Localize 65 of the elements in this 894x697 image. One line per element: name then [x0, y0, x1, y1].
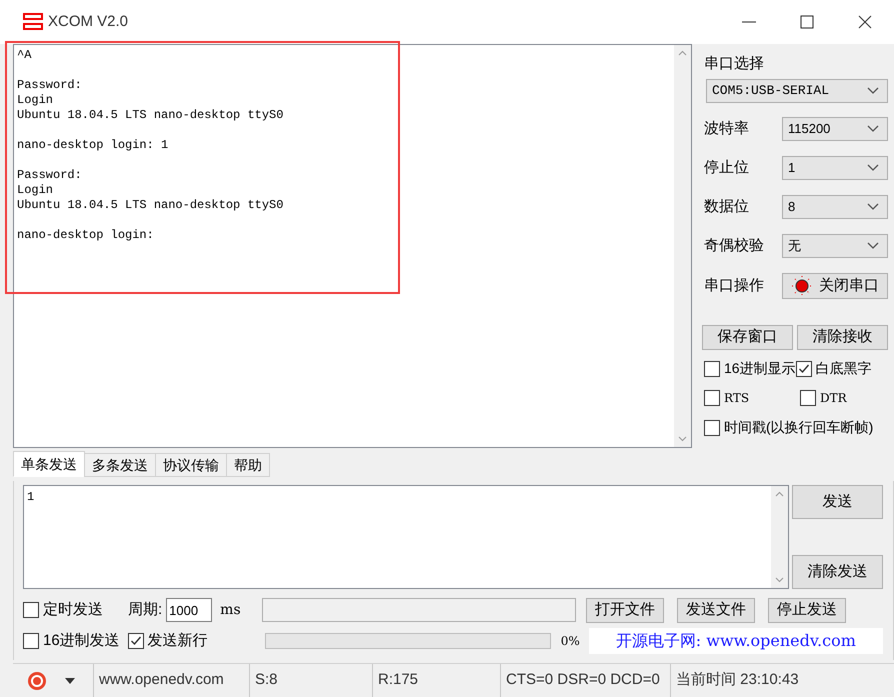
dropdown-arrow-icon[interactable]	[65, 678, 75, 684]
maximize-icon[interactable]	[798, 14, 816, 30]
button[interactable]: 清除接收	[797, 325, 888, 350]
dropdown[interactable]: 8	[782, 195, 888, 219]
chevron-down-icon	[867, 203, 879, 211]
setting-label: 奇偶校验	[704, 236, 765, 256]
checkbox-label: 白底黑字	[816, 359, 872, 378]
close-icon[interactable]	[856, 14, 874, 30]
checkbox[interactable]	[704, 420, 720, 436]
unit-label: ms	[220, 600, 242, 620]
period-input-field[interactable]: 1000	[166, 598, 212, 622]
website-banner[interactable]: 开源电子网: www.openedv.com	[588, 628, 883, 654]
tab[interactable]: 帮助	[226, 453, 270, 477]
tab[interactable]: 单条发送	[13, 451, 85, 477]
checkbox-label: 16进制显示	[724, 359, 796, 378]
checkbox[interactable]	[704, 390, 720, 406]
status-text: R:175	[372, 664, 500, 697]
checkbox[interactable]	[128, 633, 144, 649]
setting-label: 停止位	[704, 158, 750, 178]
checkbox-label: 定时发送	[43, 600, 103, 620]
chevron-down-icon	[867, 125, 879, 133]
chevron-down-icon	[867, 164, 879, 172]
button[interactable]: 停止发送	[768, 598, 846, 622]
checkbox[interactable]	[23, 602, 39, 618]
close-port-button[interactable]: 关闭串口	[782, 273, 888, 299]
terminal-output: ^A Password: Login Ubuntu 18.04.5 LTS nano-desktop ttyS0 nano-desktop login: 1 Password: Login Ubuntu 18.04.5 LTS nano-desktop ttyS0 nano-desktop login:	[17, 48, 284, 243]
setting-label: 波特率	[704, 118, 750, 139]
checkbox-label: DTR	[820, 390, 847, 407]
checkbox-label: 16进制发送	[43, 630, 120, 651]
tab[interactable]: 多条发送	[84, 453, 156, 477]
window-title: XCOM V2.0	[48, 12, 128, 32]
checkmark-icon	[130, 635, 142, 647]
checkbox-label: 时间戳(以换行回车断帧)	[724, 418, 874, 437]
checkmark-icon	[798, 362, 810, 374]
button[interactable]: 保存窗口	[702, 325, 793, 350]
checkbox[interactable]	[704, 360, 720, 376]
setting-label: 数据位	[704, 196, 750, 217]
field-label: 周期:	[128, 600, 162, 620]
dropdown[interactable]: 115200	[782, 117, 888, 141]
button[interactable]: 打开文件	[586, 598, 664, 622]
power-icon[interactable]	[27, 670, 47, 690]
checkbox[interactable]	[23, 633, 39, 649]
checkbox[interactable]	[796, 360, 812, 376]
button[interactable]: 清除发送	[792, 555, 883, 589]
dropdown[interactable]: COM5:USB-SERIAL	[706, 79, 888, 103]
button[interactable]: 发送文件	[677, 598, 756, 622]
app-logo-icon	[22, 12, 44, 32]
setting-label: 串口操作	[704, 276, 765, 296]
tab[interactable]: 协议传输	[155, 453, 227, 477]
status-text: S:8	[249, 664, 372, 697]
progress-reading: 0%	[560, 633, 581, 650]
status-text: 当前时间 23:10:43	[670, 664, 894, 697]
file-path-field[interactable]	[262, 598, 576, 622]
status-text: www.openedv.com	[93, 664, 249, 697]
checkbox-label: 发送新行	[148, 630, 208, 651]
section-label: 串口选择	[703, 54, 765, 74]
checkbox[interactable]	[800, 390, 816, 406]
chevron-down-icon	[867, 242, 879, 250]
button[interactable]: 发送	[792, 485, 883, 519]
dropdown[interactable]: 1	[782, 156, 888, 180]
checkbox-label: RTS	[724, 390, 750, 407]
send-input-field[interactable]: 1	[23, 485, 789, 589]
dropdown[interactable]: 无	[782, 234, 888, 258]
chevron-down-icon	[867, 87, 879, 95]
status-text: CTS=0 DSR=0 DCD=0	[500, 664, 670, 697]
